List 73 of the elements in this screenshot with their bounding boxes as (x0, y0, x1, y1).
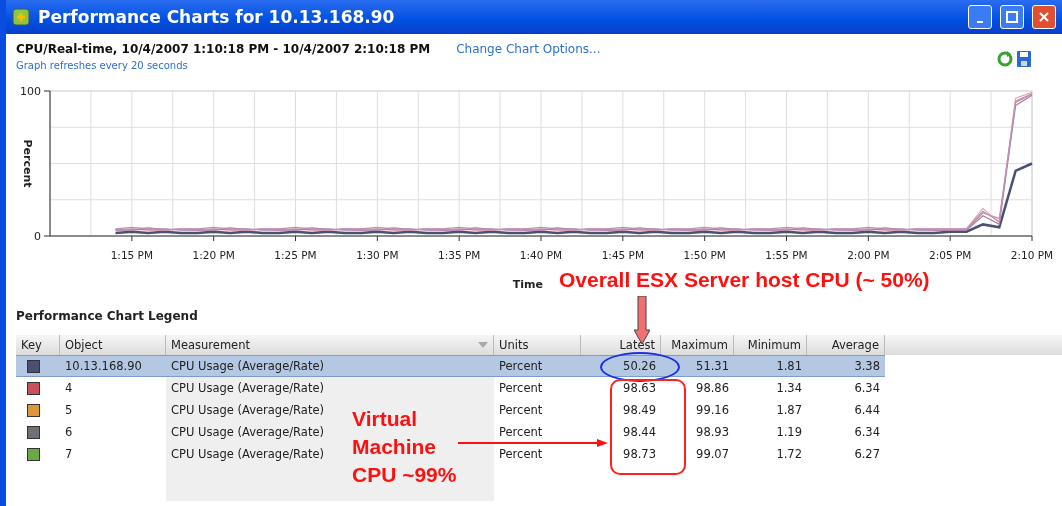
table-cell: 3.38 (807, 355, 885, 377)
table-cell: 10.13.168.90 (60, 355, 166, 377)
table-cell-text: 1.34 (775, 380, 803, 397)
refresh-icon[interactable] (997, 50, 1013, 68)
table-cell-text: 6.44 (853, 402, 881, 419)
maximize-icon (1006, 11, 1018, 23)
table-cell: CPU Usage (Average/Rate) (166, 377, 494, 399)
column-header[interactable]: Maximum (661, 335, 734, 355)
column-header[interactable]: Key (16, 335, 60, 355)
column-header[interactable]: Latest (581, 335, 661, 355)
y-tick-label: 100 (20, 85, 41, 98)
table-cell-text: 98.44 (622, 424, 657, 441)
table-cell: CPU Usage (Average/Rate) (166, 355, 494, 377)
table-cell-text: 98.93 (695, 424, 730, 441)
chart-title: CPU/Real-time, 10/4/2007 1:10:18 PM - 10/4/2007 2:10:18 PM (16, 42, 431, 56)
table-cell: 51.31 (661, 355, 734, 377)
column-header[interactable]: Units (494, 335, 581, 355)
x-tick-label: 1:20 PM (192, 249, 235, 261)
close-button[interactable] (1032, 5, 1056, 29)
table-cell-text: 1.72 (775, 446, 803, 463)
table-cell-text: 7 (64, 446, 74, 463)
table-cell-text: 1.19 (775, 424, 803, 441)
table-cell: Percent (494, 355, 581, 377)
table-cell-text: 6 (64, 424, 74, 441)
x-tick-label: 1:45 PM (601, 249, 644, 261)
x-tick-label: 1:50 PM (683, 249, 726, 261)
x-tick-label: 2:10 PM (1010, 249, 1054, 261)
table-cell-text: 98.86 (695, 380, 730, 397)
column-header[interactable]: Object (60, 335, 166, 355)
table-cell: 50.26 (581, 355, 661, 377)
sort-icon (478, 342, 488, 348)
minimize-icon (977, 21, 983, 23)
x-tick-label: 1:15 PM (110, 249, 153, 261)
table-cell-text: 99.16 (695, 402, 730, 419)
legend-title: Performance Chart Legend (16, 309, 199, 323)
table-cell-text: 98.49 (622, 402, 657, 419)
table-cell-text: 98.73 (622, 446, 657, 463)
table-cell-text: 6.34 (853, 380, 881, 397)
table-cell-text: 98.63 (622, 380, 657, 397)
column-header[interactable]: Average (807, 335, 885, 355)
column-header[interactable]: Minimum (734, 335, 807, 355)
y-axis-label: Percent (21, 139, 34, 188)
x-tick-label: 1:25 PM (274, 249, 317, 261)
table-cell-text: Percent (498, 446, 544, 463)
save-icon[interactable] (1016, 50, 1032, 68)
table-cell-text: 6.27 (853, 446, 881, 463)
x-tick-label: 2:05 PM (929, 249, 972, 261)
key-cell[interactable] (16, 355, 60, 377)
x-tick-label: 1:55 PM (765, 249, 808, 261)
table-cell-text: 99.07 (695, 446, 730, 463)
app-logo-icon (12, 8, 30, 26)
callout-text: Overall ESX Server host CPU (~ 50%) (559, 268, 930, 292)
change-options-link[interactable]: Change Chart Options... (456, 42, 601, 56)
maximize-button[interactable] (1000, 5, 1024, 29)
close-icon (1038, 11, 1050, 23)
window-title: Performance Charts for 10.13.168.90 (38, 7, 396, 27)
column-header[interactable]: Measurement (166, 335, 494, 355)
table-cell-text: Percent (498, 402, 544, 419)
x-tick-label: 1:40 PM (519, 249, 563, 261)
x-tick-label: 1:35 PM (438, 249, 481, 261)
minimize-button[interactable] (968, 5, 992, 29)
refresh-note: Graph refreshes every 20 seconds (16, 60, 189, 71)
table-cell-text: 1.87 (775, 402, 803, 419)
x-tick-label: 1:30 PM (356, 249, 399, 261)
table-cell-text: 5 (64, 402, 74, 419)
table-cell-text: Percent (498, 424, 544, 441)
x-axis-label: Time (512, 278, 543, 291)
table-cell-text: 6.34 (853, 424, 881, 441)
table-cell: 1.81 (734, 355, 807, 377)
table-cell-text: 4 (64, 380, 74, 397)
x-tick-label: 2:00 PM (847, 249, 890, 261)
table-cell-text: Percent (498, 380, 544, 397)
y-tick-label: 0 (34, 230, 41, 243)
